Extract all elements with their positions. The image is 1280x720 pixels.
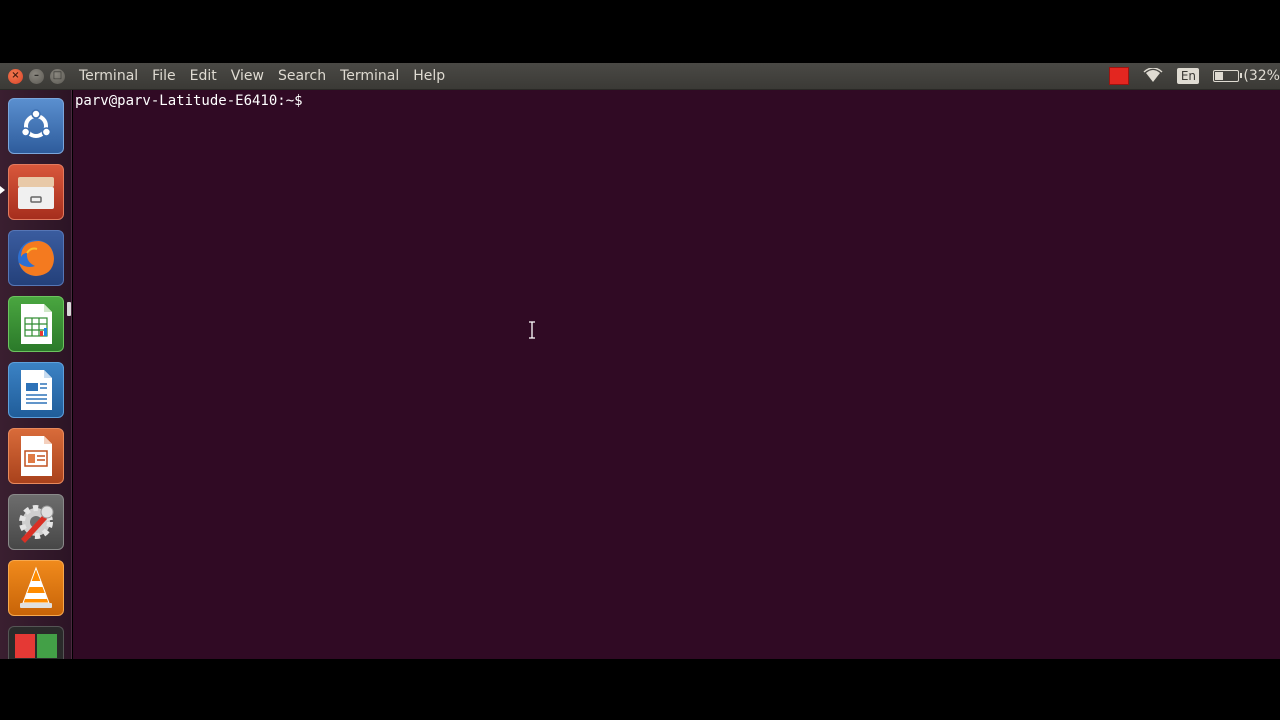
workspaces-icon [15,634,57,658]
letterbox-top [0,0,1280,63]
battery-indicator[interactable]: (32% [1213,68,1280,84]
menu-view[interactable]: View [224,68,271,84]
maximize-icon[interactable]: □ [50,68,65,84]
battery-fill [1215,72,1224,80]
launcher-libreoffice-writer[interactable] [8,362,64,418]
launcher-scroll-marker [67,302,71,316]
launcher-libreoffice-calc[interactable] [8,296,64,352]
launcher-workspace-switcher[interactable] [8,626,64,659]
spreadsheet-icon [21,304,52,344]
launcher-system-settings[interactable] [8,494,64,550]
unity-launcher [0,90,72,659]
letterbox-bottom [0,659,1280,720]
menu-terminal[interactable]: Terminal [333,68,406,84]
document-icon [21,370,52,410]
terminal-prompt: parv@parv-Latitude-E6410:~$ [75,93,303,109]
launcher-firefox[interactable] [8,230,64,286]
wifi-icon[interactable] [1143,68,1163,84]
text-cursor-icon [529,321,535,339]
launcher-files[interactable] [8,164,64,220]
settings-wrench-icon [19,505,54,543]
battery-icon [1213,70,1243,82]
firefox-icon [18,240,54,276]
menu-terminal-app[interactable]: Terminal [79,68,145,84]
presentation-icon [21,436,52,476]
launcher-libreoffice-impress[interactable] [8,428,64,484]
app-menu: Terminal File Edit View Search Terminal … [79,68,452,84]
language-indicator[interactable]: En [1177,68,1200,84]
minimize-icon[interactable]: – [29,68,44,84]
top-menubar: × – □ Terminal File Edit View Search Ter… [0,63,1280,90]
system-indicators: En (32% [1109,67,1280,85]
terminal-window[interactable]: parv@parv-Latitude-E6410:~$ [73,90,1280,659]
launcher-vlc[interactable] [8,560,64,616]
close-icon[interactable]: × [8,68,23,84]
battery-percentage: (32% [1243,68,1280,84]
ubuntu-logo-icon [20,109,52,138]
vlc-cone-icon [20,566,52,608]
menu-edit[interactable]: Edit [183,68,224,84]
menu-help[interactable]: Help [406,68,452,84]
launcher-ubuntu-dash[interactable] [8,98,64,154]
menu-file[interactable]: File [145,68,182,84]
window-controls: × – □ [8,68,65,84]
file-cabinet-icon [18,177,54,209]
recording-indicator-icon[interactable] [1109,67,1130,85]
menu-search[interactable]: Search [271,68,333,84]
active-app-pip [0,186,5,194]
